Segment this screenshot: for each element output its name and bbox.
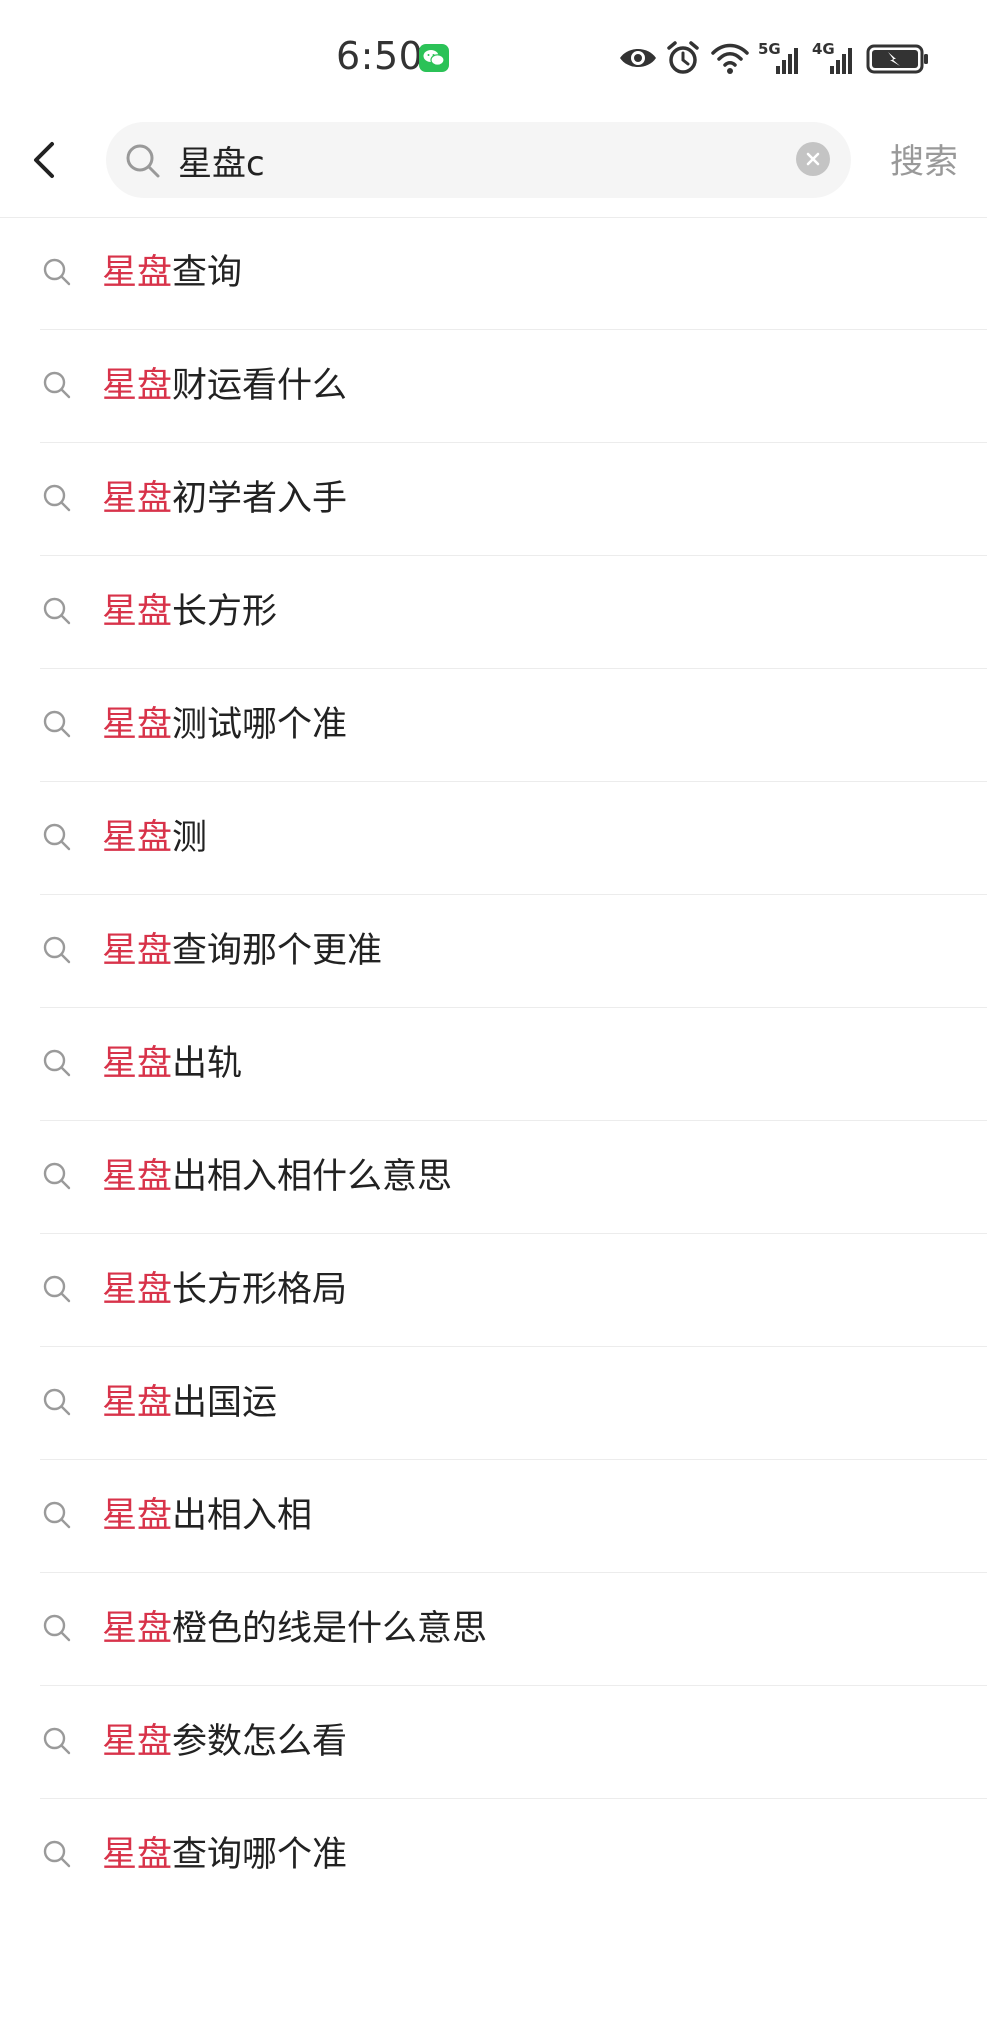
suggestion-highlight: 星盘 [102,479,173,519]
suggestion-text: 星盘出相入相 [102,1494,312,1538]
suggestion-rest: 出相入相 [172,1496,313,1536]
suggestion-rest: 出国运 [172,1383,278,1423]
suggestion-text: 星盘查询 [102,251,242,295]
suggestion-item[interactable]: 星盘橙色的线是什么意思 [0,1573,987,1686]
search-icon [42,1387,72,1421]
suggestion-text: 星盘长方形 [102,590,277,634]
suggestion-highlight: 星盘 [102,592,173,632]
suggestion-text: 星盘财运看什么 [102,364,347,408]
suggestion-highlight: 星盘 [102,1044,173,1084]
wechat-icon [419,44,449,72]
wifi-icon [710,38,750,82]
suggestion-text: 星盘查询哪个准 [102,1833,347,1877]
suggestion-text: 星盘橙色的线是什么意思 [102,1607,487,1651]
suggestion-highlight: 星盘 [102,1383,173,1423]
suggestion-item[interactable]: 星盘参数怎么看 [0,1686,987,1799]
search-icon [42,822,72,856]
suggestion-item[interactable]: 星盘财运看什么 [0,330,987,443]
suggestion-rest: 查询那个更准 [172,931,383,971]
suggestion-text: 星盘初学者入手 [102,477,347,521]
suggestion-highlight: 星盘 [102,1157,173,1197]
suggestion-item[interactable]: 星盘查询 [0,217,987,330]
suggestion-highlight: 星盘 [102,705,173,745]
status-bar: 6:50 5G 4G [0,0,987,110]
suggestion-item[interactable]: 星盘查询哪个准 [0,1799,987,1912]
suggestion-item[interactable]: 星盘测 [0,782,987,895]
suggestion-item[interactable]: 星盘长方形 [0,556,987,669]
eye-icon [618,38,658,82]
status-time: 6:50 [336,34,424,78]
suggestion-highlight: 星盘 [102,1835,173,1875]
suggestion-item[interactable]: 星盘查询那个更准 [0,895,987,1008]
suggestion-rest: 长方形格局 [172,1270,348,1310]
search-icon [42,1613,72,1647]
suggestion-item[interactable]: 星盘出轨 [0,1008,987,1121]
clear-button[interactable] [796,142,830,176]
search-input[interactable] [178,128,758,192]
suggestion-highlight: 星盘 [102,1496,173,1536]
signal-4g-icon: 4G [812,38,856,78]
alarm-icon [666,38,700,82]
suggestion-rest: 测 [172,818,208,858]
search-icon [42,1500,72,1534]
suggestion-rest: 出轨 [172,1044,243,1084]
suggestion-text: 星盘出轨 [102,1042,242,1086]
search-icon [42,1048,72,1082]
suggestion-text: 星盘查询那个更准 [102,929,382,973]
search-icon [42,1726,72,1760]
clear-icon [806,152,820,166]
suggestion-item[interactable]: 星盘出国运 [0,1347,987,1460]
suggestion-highlight: 星盘 [102,931,173,971]
signal-5g-icon: 5G [758,38,802,78]
search-icon [42,1161,72,1195]
suggestion-rest: 查询 [172,253,243,293]
suggestion-rest: 查询哪个准 [172,1835,348,1875]
suggestion-rest: 出相入相什么意思 [172,1157,453,1197]
suggestion-rest: 长方形 [172,592,278,632]
suggestion-highlight: 星盘 [102,818,173,858]
search-box[interactable] [106,122,851,198]
suggestion-rest: 财运看什么 [172,366,348,406]
suggestion-item[interactable]: 星盘出相入相什么意思 [0,1121,987,1234]
search-icon [42,483,72,517]
suggestion-highlight: 星盘 [102,1609,173,1649]
suggestion-text: 星盘出相入相什么意思 [102,1155,452,1199]
search-icon [124,142,162,184]
search-header: 搜索 [0,110,987,218]
suggestion-highlight: 星盘 [102,366,173,406]
suggestion-text: 星盘长方形格局 [102,1268,347,1312]
search-icon [42,709,72,743]
suggestion-item[interactable]: 星盘出相入相 [0,1460,987,1573]
search-icon [42,370,72,404]
suggestion-text: 星盘出国运 [102,1381,277,1425]
suggestion-rest: 初学者入手 [172,479,348,519]
suggestion-text: 星盘测试哪个准 [102,703,347,747]
suggestion-item[interactable]: 星盘长方形格局 [0,1234,987,1347]
suggestion-list: 星盘查询 星盘财运看什么 星盘初学者入手 星盘长方形 星盘测试哪个准 星盘测 星盘查询那个更… [0,217,987,1912]
battery-charging-icon [866,38,930,82]
suggestion-text: 星盘测 [102,816,207,860]
search-icon [42,596,72,630]
search-icon [42,257,72,291]
back-arrow-icon [34,142,54,178]
search-icon [42,1839,72,1873]
suggestion-rest: 橙色的线是什么意思 [172,1609,488,1649]
suggestion-text: 星盘参数怎么看 [102,1720,347,1764]
suggestion-highlight: 星盘 [102,253,173,293]
search-icon [42,1274,72,1308]
search-icon [42,935,72,969]
suggestion-item[interactable]: 星盘测试哪个准 [0,669,987,782]
search-button[interactable]: 搜索 [890,134,958,183]
suggestion-rest: 参数怎么看 [172,1722,348,1762]
suggestion-item[interactable]: 星盘初学者入手 [0,443,987,556]
back-button[interactable] [22,128,72,194]
suggestion-rest: 测试哪个准 [172,705,348,745]
suggestion-highlight: 星盘 [102,1270,173,1310]
suggestion-highlight: 星盘 [102,1722,173,1762]
